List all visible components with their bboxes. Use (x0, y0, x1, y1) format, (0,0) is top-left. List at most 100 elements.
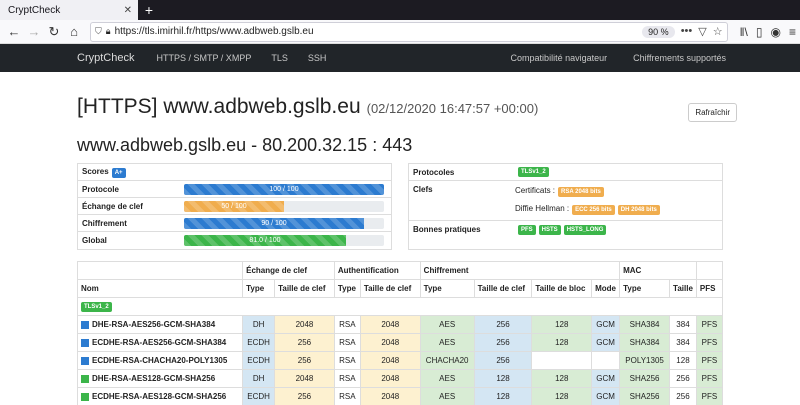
refresh-button[interactable]: Rafraîchir (688, 103, 737, 122)
menu-icon[interactable]: ≡ (789, 25, 796, 39)
pfs-cell: PFS (695, 387, 724, 405)
enc-type: AES (419, 369, 475, 388)
kx-size: 256 (274, 387, 335, 405)
url-bar[interactable]: ⛉ 🔒︎ https://tls.imirhil.fr/https/www.ad… (90, 21, 728, 42)
url-text[interactable]: https://tls.imirhil.fr/https/www.adbweb.… (115, 26, 643, 37)
mac-size: 128 (669, 351, 697, 370)
block-size: 128 (531, 369, 593, 388)
mac-type: POLY1305 (619, 351, 671, 370)
reload-icon[interactable]: ↻ (44, 22, 64, 42)
new-tab-icon[interactable]: + (138, 0, 160, 20)
nav-link-tls[interactable]: TLS (271, 53, 288, 63)
col-header: Taille de clef (473, 279, 533, 298)
status-square-icon (81, 356, 89, 365)
col-header: Type (619, 279, 671, 298)
status-square-icon (81, 338, 89, 347)
score-label: Échange de clef (82, 201, 143, 211)
section-row: TLSv1_2 (77, 297, 723, 316)
kx-size: 256 (274, 333, 335, 352)
close-icon[interactable]: ✕ (124, 5, 132, 16)
score-bar-global: 81.0 / 100 (184, 235, 346, 246)
score-label: Chiffrement (82, 218, 127, 228)
block-size: 128 (531, 387, 593, 405)
main-content: Rafraîchir [HTTPS] www.adbweb.gslb.eu (02… (0, 95, 800, 405)
pfs-badge: PFS (518, 224, 536, 235)
scores-label: Scores A+ (78, 164, 184, 181)
col-header: Mode (591, 279, 621, 298)
enc-size: 256 (473, 351, 533, 370)
browser-tab[interactable]: CryptCheck ✕ (0, 0, 138, 20)
kx-size: 2048 (274, 315, 335, 334)
nav-link-compat[interactable]: Compatibilité navigateur (511, 53, 608, 63)
scan-date: (02/12/2020 16:47:57 +00:00) (366, 101, 539, 116)
cert-badge: RSA 2048 bits (558, 187, 604, 198)
table-row: DHE-RSA-AES128-GCM-SHA256 DH 2048 RSA 2048 AE… (76, 369, 724, 388)
col-header: Type (419, 279, 475, 298)
cipher-name: DHE-RSA-AES256-GCM-SHA384 (76, 315, 244, 334)
zoom-level[interactable]: 90 % (642, 25, 675, 38)
auth-size: 2048 (359, 369, 421, 388)
block-size: 128 (531, 315, 593, 334)
col-header: Type (242, 279, 276, 298)
sidebar-icon[interactable]: ▯ (756, 25, 763, 39)
score-bar-protocol: 100 / 100 (184, 183, 384, 195)
enc-size: 128 (473, 369, 533, 388)
table-row: ECDHE-RSA-AES256-GCM-SHA384 ECDH 256 RSA 204… (76, 333, 724, 352)
scores-panel: Scores A+ Protocole 100 / 100 Échange de … (77, 163, 392, 250)
enc-mode: GCM (591, 387, 621, 405)
cipher-name: DHE-RSA-AES128-GCM-SHA256 (76, 369, 244, 388)
col-header: Nom (76, 279, 244, 298)
status-square-icon (81, 320, 89, 329)
kx-size: 2048 (274, 369, 335, 388)
col-header: PFS (695, 279, 724, 298)
enc-type: AES (419, 315, 475, 334)
hsts-long-badge: HSTS_LONG (563, 224, 607, 235)
enc-type: AES (419, 333, 475, 352)
group-header: Chiffrement (419, 261, 621, 280)
mac-size: 384 (669, 315, 697, 334)
nav-link-ssh[interactable]: SSH (308, 53, 327, 63)
enc-mode (591, 351, 621, 370)
forward-icon[interactable]: → (24, 22, 44, 42)
library-icon[interactable]: ‖\ (740, 25, 748, 39)
cipher-table: Échange de clef Authentification Chiffre… (76, 261, 724, 405)
pfs-cell: PFS (695, 333, 724, 352)
enc-mode: GCM (591, 369, 621, 388)
section-badge: TLSv1_2 (81, 302, 112, 312)
col-header: Taille de bloc (531, 279, 593, 298)
browser-tab-bar: CryptCheck ✕ + (0, 0, 800, 20)
score-bar-cipher: 90 / 100 (184, 217, 364, 229)
details-panel: Protocoles TLSv1_2 Clefs Certificats : RS… (408, 163, 723, 250)
kx-type: DH (242, 369, 276, 388)
kx-type: ECDH (242, 387, 276, 405)
hsts-badge: HSTS (538, 224, 561, 235)
status-square-icon (81, 392, 89, 401)
auth-type: RSA (333, 333, 361, 352)
nav-link-https[interactable]: HTTPS / SMTP / XMPP (156, 53, 251, 63)
browser-toolbar: ← → ↻ ⌂ ⛉ 🔒︎ https://tls.imirhil.fr/http… (0, 20, 800, 44)
star-icon[interactable]: ☆ (713, 25, 723, 38)
block-size: 128 (531, 333, 593, 352)
protocol-badge: TLSv1_2 (518, 167, 549, 177)
pocket-icon[interactable]: ▽ (698, 25, 706, 38)
more-icon[interactable]: ••• (681, 25, 693, 38)
table-row: ECDHE-RSA-AES128-GCM-SHA256 ECDH 256 RSA 204… (76, 387, 724, 405)
home-icon[interactable]: ⌂ (64, 22, 84, 42)
mac-type: SHA256 (619, 369, 671, 388)
col-header: Taille (669, 279, 697, 298)
pfs-cell: PFS (695, 351, 724, 370)
mac-type: SHA256 (619, 387, 671, 405)
shield-icon: ⛉ (95, 26, 102, 36)
score-bar-key-exchange: 50 / 100 (184, 200, 284, 212)
enc-type: CHACHA20 (419, 351, 475, 370)
mac-size: 256 (669, 369, 697, 388)
col-header: Type (333, 279, 361, 298)
enc-mode: GCM (591, 315, 621, 334)
account-icon[interactable]: ◉ (771, 25, 781, 39)
brand-link[interactable]: CryptCheck (77, 52, 134, 64)
status-square-icon (81, 374, 89, 383)
back-icon[interactable]: ← (4, 22, 24, 42)
auth-type: RSA (333, 351, 361, 370)
nav-link-ciphers[interactable]: Chiffrements supportés (633, 53, 726, 63)
page-title: [HTTPS] www.adbweb.gslb.eu (02/12/2020 16… (77, 95, 539, 118)
